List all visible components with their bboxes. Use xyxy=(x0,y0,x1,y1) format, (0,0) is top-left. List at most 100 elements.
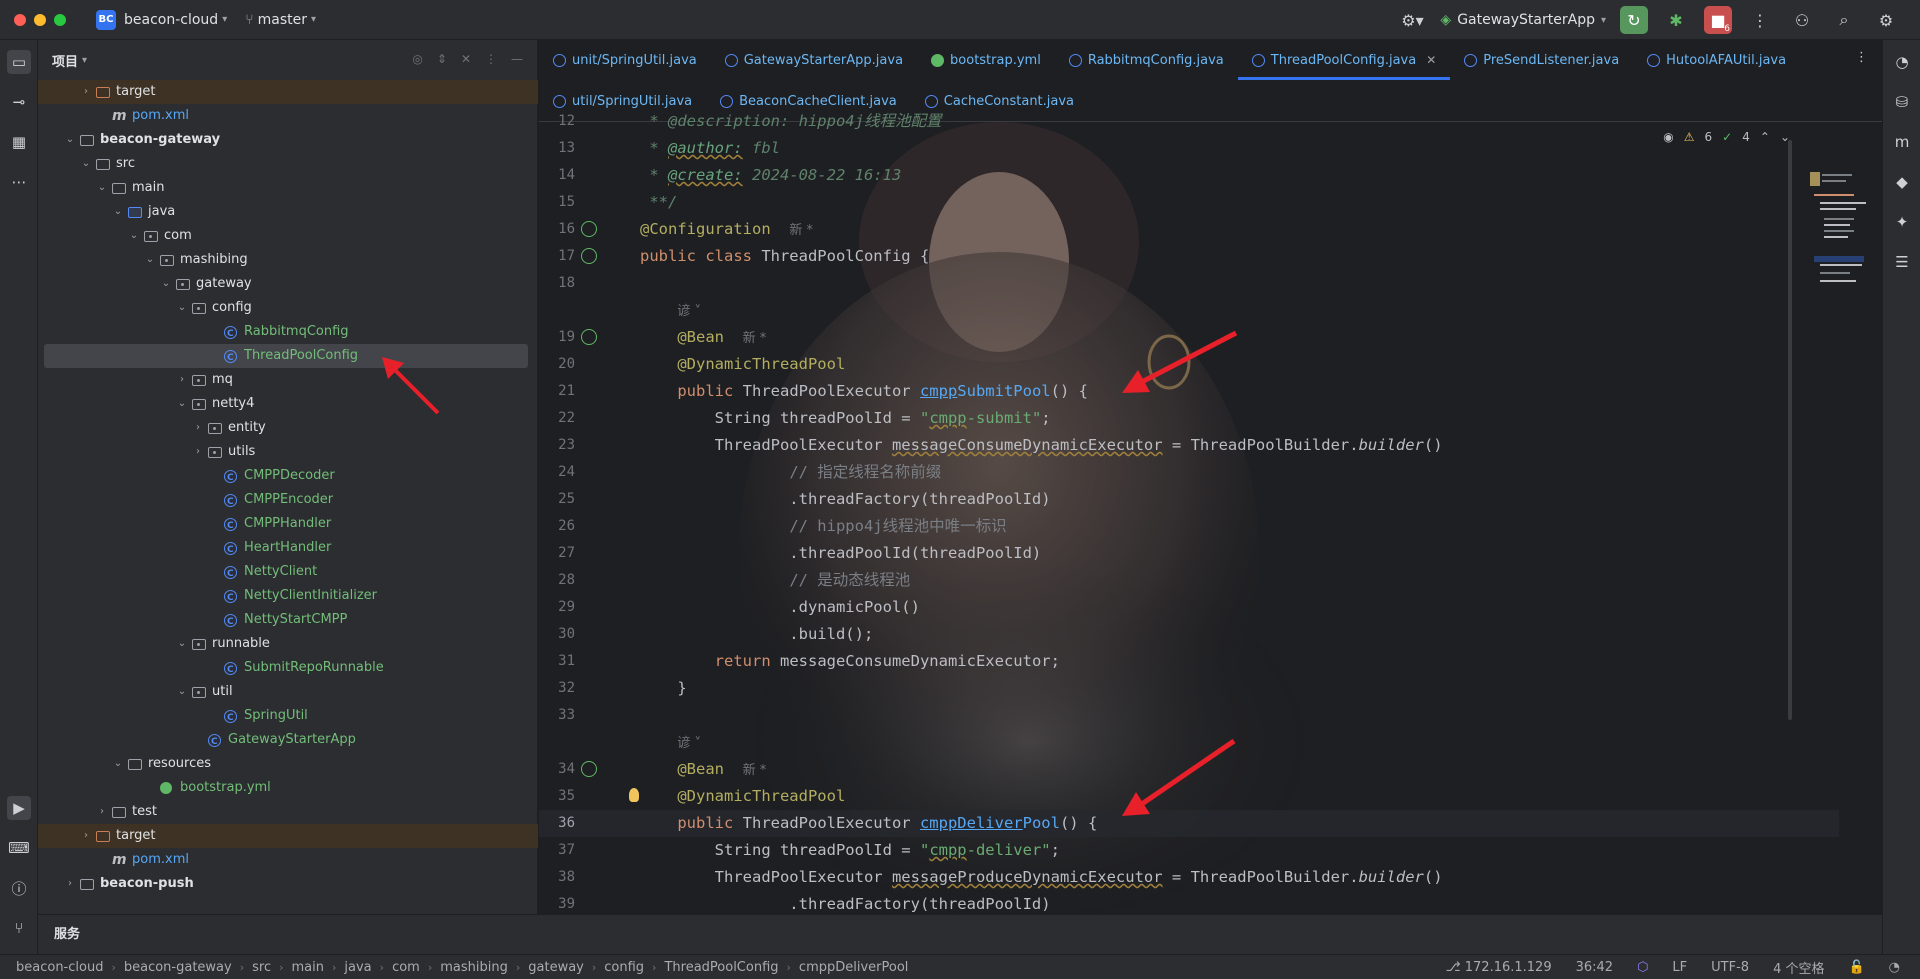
problems-icon[interactable]: ⓘ xyxy=(7,876,31,900)
caret-position[interactable]: 36:42 xyxy=(1576,960,1613,975)
code-line[interactable]: 13 * @author: fbl xyxy=(539,135,1839,162)
code-line[interactable]: 24 // 指定线程名称前缀 xyxy=(539,459,1839,486)
code-line[interactable]: 37 String threadPoolId = "cmpp-deliver"; xyxy=(539,837,1839,864)
tree-item-pom-xml[interactable]: m pom.xml xyxy=(38,104,538,128)
spring-bean-gutter-icon[interactable] xyxy=(581,248,597,264)
code-line[interactable]: 14 * @create: 2024-08-22 16:13 xyxy=(539,162,1839,189)
breadcrumb-item[interactable]: beacon-cloud xyxy=(16,960,103,975)
chevron-right-icon[interactable]: › xyxy=(96,800,108,824)
code-line[interactable]: 20 @DynamicThreadPool xyxy=(539,351,1839,378)
breadcrumb-item[interactable]: beacon-gateway xyxy=(124,960,232,975)
tab-hutoolafautil-java[interactable]: HutoolAFAUtil.java xyxy=(1633,40,1800,80)
breadcrumb-item[interactable]: mashibing xyxy=(440,960,508,975)
code-line[interactable]: 39 .threadFactory(threadPoolId) xyxy=(539,891,1839,914)
code-line[interactable]: 25 .threadFactory(threadPoolId) xyxy=(539,486,1839,513)
tree-item-utils[interactable]: › utils xyxy=(38,440,538,464)
breadcrumb-item[interactable]: com xyxy=(392,960,420,975)
code-line[interactable]: 34 @Bean 新 * xyxy=(539,756,1839,783)
code-line[interactable]: 30 .build(); xyxy=(539,621,1839,648)
tree-item-mashibing[interactable]: ⌄ mashibing xyxy=(38,248,538,272)
tree-item-util[interactable]: ⌄ util xyxy=(38,680,538,704)
chevron-down-icon[interactable]: ⌄ xyxy=(176,392,188,416)
stop-button[interactable]: ■ 6 xyxy=(1704,6,1732,34)
vcs-widget-icon[interactable]: ⬡ xyxy=(1637,960,1648,975)
line-separator[interactable]: LF xyxy=(1672,960,1687,975)
code-line[interactable]: 27 .threadPoolId(threadPoolId) xyxy=(539,540,1839,567)
options-icon[interactable]: ⋮ xyxy=(485,52,497,66)
zoom-window-button[interactable] xyxy=(54,13,66,26)
tab-presendlistener-java[interactable]: PreSendListener.java xyxy=(1450,40,1633,80)
maven-icon[interactable]: m xyxy=(1890,130,1914,154)
indent-setting[interactable]: 4 个空格 xyxy=(1773,958,1824,977)
tree-item-java[interactable]: ⌄ java xyxy=(38,200,538,224)
tree-item-resources[interactable]: ⌄ resources xyxy=(38,752,538,776)
code-line[interactable]: 35 @DynamicThreadPool xyxy=(539,783,1839,810)
project-badge[interactable]: BC xyxy=(96,9,116,30)
tab-threadpoolconfig-java[interactable]: ThreadPoolConfig.java ✕ xyxy=(1237,40,1451,80)
spring-bean-gutter-icon[interactable] xyxy=(581,761,597,777)
project-folder-icon[interactable]: ▭ xyxy=(7,50,31,74)
code-line[interactable]: 26 // hippo4j线程池中唯一标识 xyxy=(539,513,1839,540)
collapse-all-icon[interactable]: ✕ xyxy=(461,52,471,66)
tree-item-cmppdecoder[interactable]: CMPPDecoder xyxy=(38,464,538,490)
tab-unit-springutil-java[interactable]: unit/SpringUtil.java xyxy=(539,40,711,80)
hide-icon[interactable]: — xyxy=(511,52,523,66)
lock-icon[interactable]: 🔓 xyxy=(1848,960,1864,975)
tree-item-springutil[interactable]: SpringUtil xyxy=(38,704,538,730)
tab-bootstrap-yml[interactable]: bootstrap.yml xyxy=(917,40,1055,80)
code-line[interactable]: 31 return messageConsumeDynamicExecutor; xyxy=(539,648,1839,675)
close-tab-icon[interactable]: ✕ xyxy=(1426,53,1436,67)
chevron-down-icon[interactable]: ⌄ xyxy=(160,272,172,296)
code-line[interactable]: 18 xyxy=(539,270,1839,297)
code-line[interactable]: 38 ThreadPoolExecutor messageProduceDyna… xyxy=(539,864,1839,891)
tree-item-threadpoolconfig[interactable]: ThreadPoolConfig xyxy=(44,344,528,370)
chevron-right-icon[interactable]: › xyxy=(176,368,188,392)
tree-item-bootstrap-yml[interactable]: bootstrap.yml xyxy=(38,776,538,800)
code-line[interactable]: 23 ThreadPoolExecutor messageConsumeDyna… xyxy=(539,432,1839,459)
code-line[interactable]: 28 // 是动态线程池 xyxy=(539,567,1839,594)
more-icon[interactable]: ⋮ xyxy=(1746,6,1774,34)
build-icon[interactable]: ⚙▾ xyxy=(1398,6,1426,34)
add-user-icon[interactable]: ⚇ xyxy=(1788,6,1816,34)
chevron-down-icon[interactable]: ⌄ xyxy=(128,224,140,248)
tree-item-gatewaystarterapp[interactable]: GatewayStarterApp xyxy=(38,728,538,754)
locate-icon[interactable]: ◎ xyxy=(412,52,422,66)
breadcrumb-item[interactable]: main xyxy=(292,960,324,975)
more-tools-icon[interactable]: ⋯ xyxy=(7,170,31,194)
close-window-button[interactable] xyxy=(14,13,26,26)
project-switcher[interactable]: beacon-cloud ▾ xyxy=(124,12,227,28)
code-line[interactable]: 21 public ThreadPoolExecutor cmppSubmitP… xyxy=(539,378,1839,405)
tree-item-main[interactable]: ⌄ main xyxy=(38,176,538,200)
debug-icon[interactable]: ✱ xyxy=(1662,6,1690,34)
chevron-down-icon[interactable]: ⌄ xyxy=(176,296,188,320)
breadcrumb-item[interactable]: config xyxy=(604,960,644,975)
minimize-window-button[interactable] xyxy=(34,13,46,26)
code-line[interactable]: 12 * @description: hippo4j线程池配置 xyxy=(539,108,1839,135)
tree-item-beacon-push[interactable]: › beacon-push xyxy=(38,872,538,896)
code-line[interactable]: 16 @Configuration 新 * xyxy=(539,216,1839,243)
code-line[interactable]: 22 String threadPoolId = "cmpp-submit"; xyxy=(539,405,1839,432)
tree-item-gateway[interactable]: ⌄ gateway xyxy=(38,272,538,296)
ai-assistant-icon[interactable]: ✦ xyxy=(1890,210,1914,234)
more-tabs-icon[interactable]: ⋮ xyxy=(1855,50,1868,65)
chevron-down-icon[interactable]: ⌄ xyxy=(96,176,108,200)
services-panel-header[interactable]: 服务 xyxy=(38,914,1882,954)
code-line[interactable]: 32 } xyxy=(539,675,1839,702)
code-line[interactable]: 谚 ˅ xyxy=(539,729,1839,756)
terminal-icon[interactable]: ⌨ xyxy=(7,836,31,860)
code-line[interactable]: 17 public class ThreadPoolConfig { xyxy=(539,243,1839,270)
notifications-icon[interactable]: ◔ xyxy=(1890,50,1914,74)
tree-item-entity[interactable]: › entity xyxy=(38,416,538,440)
tree-item-runnable[interactable]: ⌄ runnable xyxy=(38,632,538,656)
code-editor[interactable]: 12 * @description: hippo4j线程池配置 13 * @aut… xyxy=(539,112,1882,914)
code-line[interactable]: 谚 ˅ xyxy=(539,297,1839,324)
tree-item-beacon-gateway[interactable]: ⌄ beacon-gateway xyxy=(38,128,538,152)
tree-item-config[interactable]: ⌄ config xyxy=(38,296,538,320)
chevron-down-icon[interactable]: ⌄ xyxy=(144,248,156,272)
tree-item-hearthandler[interactable]: HeartHandler xyxy=(38,536,538,562)
tree-item-test[interactable]: › test xyxy=(38,800,538,824)
breadcrumb-item[interactable]: java xyxy=(344,960,371,975)
chevron-right-icon[interactable]: › xyxy=(192,440,204,464)
tree-item-com[interactable]: ⌄ com xyxy=(38,224,538,248)
expand-all-icon[interactable]: ⇕ xyxy=(437,52,447,66)
